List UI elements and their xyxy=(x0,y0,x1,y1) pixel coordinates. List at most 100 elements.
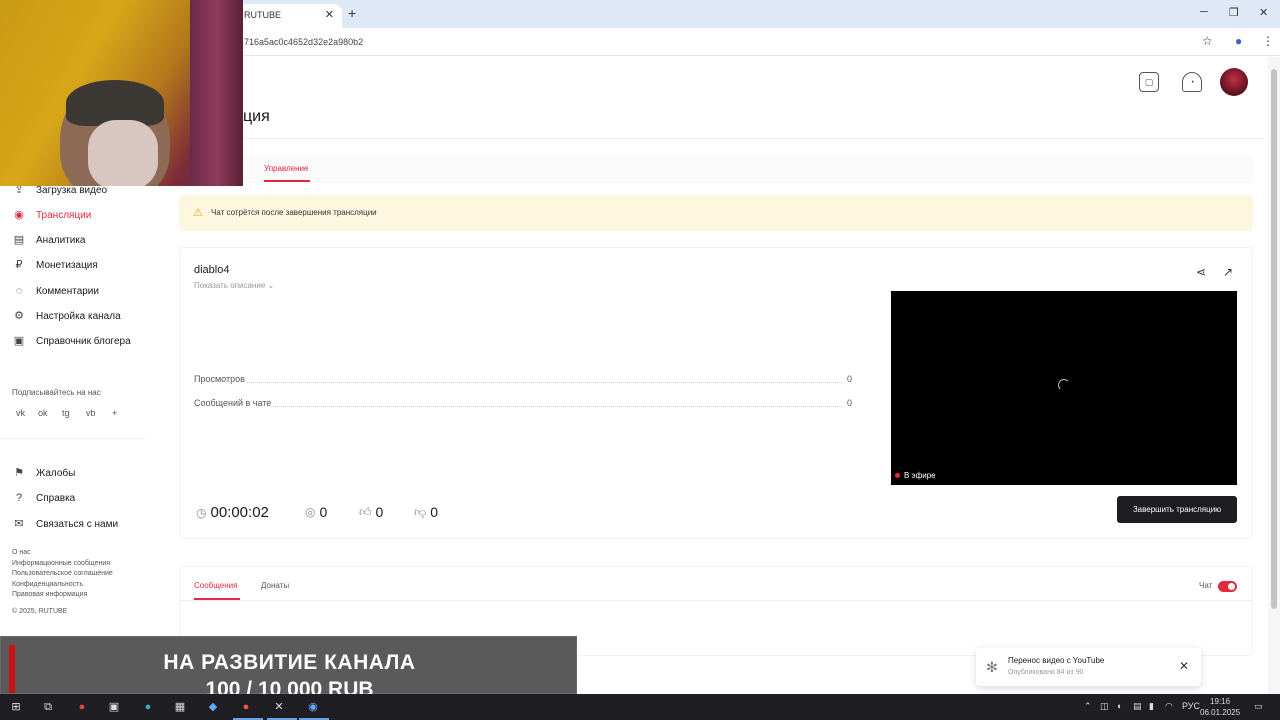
mail-icon: ✉ xyxy=(14,518,24,530)
sidebar-item-channel-settings[interactable]: ⚙ Настройка канала xyxy=(12,306,121,326)
donation-goal-overlay: НА РАЗВИТИЕ КАНАЛА 100 / 10 000 RUB xyxy=(0,636,577,701)
sidebar-item-label: Связаться с нами xyxy=(36,518,119,530)
sidebar-item-comments[interactable]: ◌ Комментарии xyxy=(12,281,99,301)
windows-start-icon[interactable]: ⊞ xyxy=(8,699,24,715)
close-tab-icon[interactable]: ✕ xyxy=(325,8,334,21)
warning-icon: ⚠ xyxy=(193,207,203,219)
broadcast-icon: ◉ xyxy=(14,209,24,221)
stream-title: diablo4 xyxy=(194,264,230,276)
end-broadcast-button[interactable]: Завершить трансляцию xyxy=(1117,496,1237,523)
bookmark-star-icon[interactable]: ☆ xyxy=(1202,34,1213,48)
ok-icon[interactable]: ok xyxy=(38,408,48,418)
stat-label: Просмотров xyxy=(194,374,247,384)
app-icon[interactable]: ◆ xyxy=(205,699,221,715)
app-icon[interactable]: ● xyxy=(238,699,254,715)
live-dot-icon xyxy=(895,473,900,478)
menu-dots-icon[interactable]: ⋮ xyxy=(1262,34,1274,48)
live-label: В эфире xyxy=(904,471,936,480)
page-title: ция xyxy=(243,108,270,125)
upload-icon[interactable]: ▢ xyxy=(1139,72,1159,92)
toast-subtitle: Опубликовано 84 из 90 xyxy=(1008,669,1084,676)
sidebar-item-label: Загрузка видео xyxy=(36,184,108,196)
chat-toggle-label: Чат xyxy=(1199,581,1213,590)
sidebar-item-label: Справочник блогера xyxy=(36,335,131,347)
sidebar-item-complaints[interactable]: ⚑ Жалобы xyxy=(12,463,75,483)
sidebar-item-help[interactable]: ? Справка xyxy=(12,488,75,508)
tab-donations[interactable]: Донаты xyxy=(261,581,289,590)
browser-tab-title: RUTUBE xyxy=(244,10,282,20)
progress-spinner-icon: ✻ xyxy=(986,659,998,675)
clock-icon: ◷ xyxy=(196,505,207,520)
profile-icon[interactable]: ● xyxy=(1235,34,1242,48)
app-icon[interactable]: ▦ xyxy=(172,699,188,715)
new-tab-button[interactable]: + xyxy=(348,5,356,21)
webcam-overlay xyxy=(0,0,243,186)
ruble-icon: ₽ xyxy=(15,259,23,271)
restore-icon[interactable]: ❐ xyxy=(1229,6,1239,19)
tray-icon[interactable]: ◫ xyxy=(1100,701,1109,712)
comment-icon: ◌ xyxy=(15,285,23,297)
close-window-icon[interactable]: ✕ xyxy=(1259,6,1268,19)
toggle-knob xyxy=(1228,583,1235,590)
sidebar-item-label: Справка xyxy=(36,492,76,504)
sidebar-item-blogger-guide[interactable]: ▣ Справочник блогера xyxy=(12,331,131,351)
donation-title: НА РАЗВИТИЕ КАНАЛА xyxy=(163,651,416,674)
follow-us-label: Подписывайтесь на нас xyxy=(12,388,101,397)
microphone-icon[interactable]: ▮ xyxy=(1149,701,1154,712)
analytics-icon: ▤ xyxy=(13,234,25,246)
scroll-thumb[interactable] xyxy=(1271,69,1277,609)
sidebar-item-contact[interactable]: ✉ Связаться с нами xyxy=(12,514,118,534)
loading-spinner-icon xyxy=(1058,379,1070,391)
app-icon[interactable]: ● xyxy=(74,699,90,715)
footer-link-terms[interactable]: Пользовательское соглашение xyxy=(12,570,113,577)
sidebar-item-broadcasts[interactable]: ◉ Трансляции xyxy=(12,205,91,225)
footer-link-info[interactable]: Информационные сообщения xyxy=(12,560,110,567)
avatar[interactable] xyxy=(1220,68,1248,96)
external-link-icon[interactable]: ↗ xyxy=(1223,265,1233,279)
language-indicator[interactable]: РУС xyxy=(1182,701,1200,711)
telegram-icon[interactable]: tg xyxy=(62,408,70,418)
vk-icon[interactable]: vk xyxy=(16,408,25,418)
show-description-toggle[interactable]: Показать описание ⌄ xyxy=(194,281,274,290)
page-scrollbar[interactable] xyxy=(1268,57,1280,694)
sidebar-item-analytics[interactable]: ▤ Аналитика xyxy=(12,230,86,250)
sidebar-item-label: Жалобы xyxy=(36,467,76,479)
chat-warning-banner: ⚠ Чат сотрётся после завершения трансляц… xyxy=(179,195,1253,231)
url-text[interactable]: 716a5ac0c4652d32e2a980b2 xyxy=(244,37,363,47)
footer-link-privacy[interactable]: Конфиденциальность xyxy=(12,581,83,588)
more-socials-icon[interactable]: + xyxy=(112,408,117,418)
file-explorer-icon[interactable]: ▣ xyxy=(106,699,122,715)
footer-link-legal[interactable]: Правовая информация xyxy=(12,591,87,598)
bell-icon[interactable]: ◔ xyxy=(1182,72,1202,92)
taskbar-clock[interactable]: 19:16 06.01.2025 xyxy=(1200,696,1240,718)
chat-toggle[interactable] xyxy=(1218,581,1237,592)
stat-value: 0 xyxy=(844,374,852,384)
tab-manage[interactable]: Управление xyxy=(264,164,308,173)
task-view-icon[interactable]: ⧉ xyxy=(40,699,56,715)
browser-tab[interactable]: RUTUBE ✕ xyxy=(236,4,342,28)
share-icon[interactable]: ⋖ xyxy=(1196,265,1206,279)
wifi-icon[interactable]: ◠ xyxy=(1165,701,1173,712)
stat-label: Сообщений в чате xyxy=(194,398,274,408)
app-icon[interactable]: ✕ xyxy=(271,699,287,715)
video-player[interactable]: В эфире xyxy=(891,291,1237,485)
tab-messages[interactable]: Сообщения xyxy=(194,581,237,590)
viber-icon[interactable]: vb xyxy=(86,408,96,418)
minimize-icon[interactable]: ─ xyxy=(1200,6,1208,18)
notifications-icon[interactable]: ▭ xyxy=(1254,701,1263,712)
tray-expand-icon[interactable]: ⌃ xyxy=(1084,701,1092,712)
footer-link-about[interactable]: О нас xyxy=(12,549,31,556)
sidebar-item-monetization[interactable]: ₽ Монетизация xyxy=(12,255,98,275)
viewers-count: ◎ 0 xyxy=(305,504,327,520)
sidebar-item-label: Настройка канала xyxy=(36,310,121,322)
tray-icon[interactable]: ▤ xyxy=(1133,701,1142,712)
chrome-icon[interactable]: ◉ xyxy=(305,699,321,715)
sidebar-item-label: Аналитика xyxy=(36,234,86,246)
webcam-background xyxy=(190,0,243,186)
app-icon[interactable]: ● xyxy=(140,699,156,715)
likes-count: 👍︎ 0 xyxy=(359,504,383,520)
live-badge: В эфире xyxy=(895,471,936,480)
gear-icon: ⚙ xyxy=(14,310,24,322)
tray-icon[interactable]: ◐ xyxy=(1117,701,1122,711)
close-icon[interactable]: ✕ xyxy=(1179,659,1189,673)
